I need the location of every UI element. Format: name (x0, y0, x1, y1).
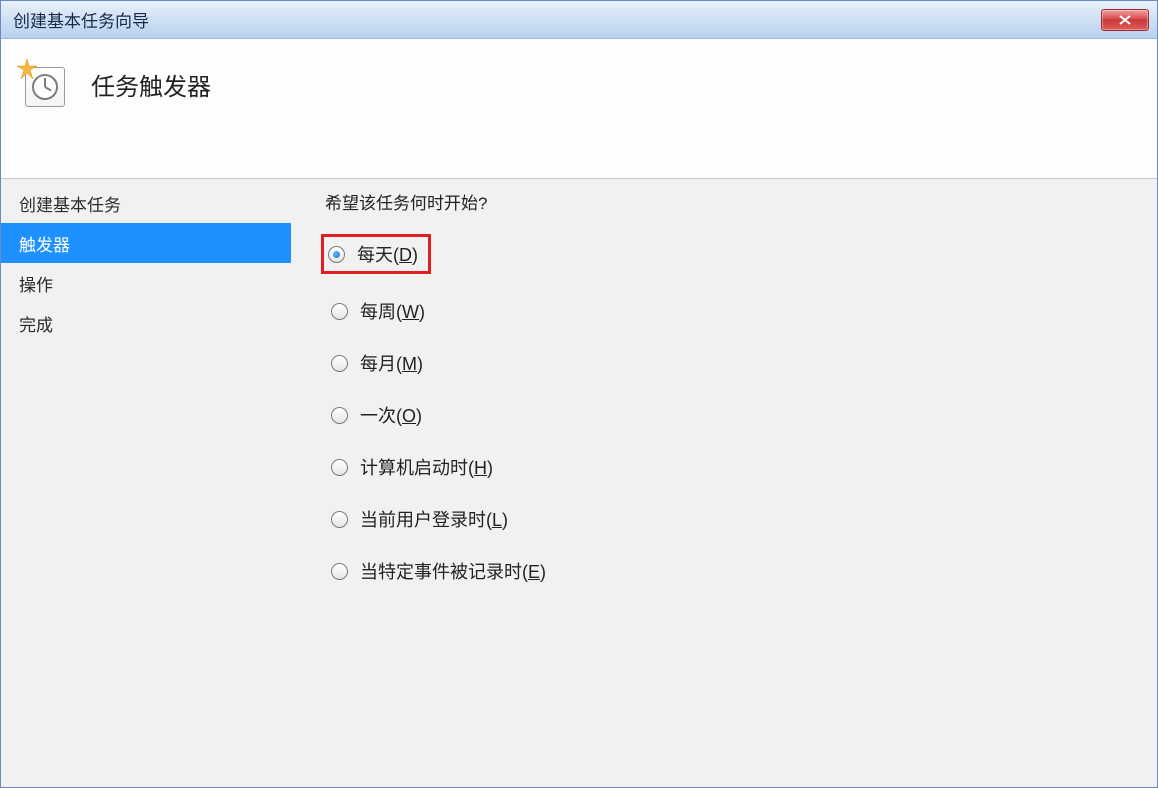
option-label: 当特定事件被记录时(E) (360, 558, 546, 584)
option-on-event[interactable]: 当特定事件被记录时(E) (325, 556, 552, 586)
trigger-question: 希望该任务何时开始? (319, 189, 1137, 214)
wizard-main: 希望该任务何时开始? 每天(D) 每周(W) 每月(M) 一次(O) (291, 179, 1157, 787)
radio-monthly[interactable] (331, 355, 348, 372)
option-label: 一次(O) (360, 402, 422, 428)
radio-once[interactable] (331, 407, 348, 424)
radio-daily[interactable] (328, 246, 345, 263)
radio-at-startup[interactable] (331, 459, 348, 476)
option-weekly[interactable]: 每周(W) (325, 296, 431, 326)
sidebar-item-create-basic-task[interactable]: 创建基本任务 (1, 183, 291, 223)
titlebar: 创建基本任务向导 (1, 1, 1157, 39)
sidebar-item-action[interactable]: 操作 (1, 263, 291, 303)
window-title: 创建基本任务向导 (13, 7, 149, 32)
option-label: 计算机启动时(H) (360, 454, 493, 480)
radio-at-logon[interactable] (331, 511, 348, 528)
sidebar-item-label: 触发器 (19, 231, 70, 256)
option-label: 每月(M) (360, 350, 423, 376)
sidebar-item-finish[interactable]: 完成 (1, 303, 291, 343)
option-label: 当前用户登录时(L) (360, 506, 508, 532)
option-once[interactable]: 一次(O) (325, 400, 428, 430)
option-at-startup[interactable]: 计算机启动时(H) (325, 452, 499, 482)
radio-on-event[interactable] (331, 563, 348, 580)
option-label: 每天(D) (357, 241, 418, 267)
option-at-logon[interactable]: 当前用户登录时(L) (325, 504, 514, 534)
sidebar-item-label: 创建基本任务 (19, 191, 121, 216)
header-icon (19, 61, 67, 109)
option-monthly[interactable]: 每月(M) (325, 348, 429, 378)
sidebar-item-label: 操作 (19, 271, 53, 296)
sidebar-item-trigger[interactable]: 触发器 (1, 223, 291, 263)
wizard-body: 创建基本任务 触发器 操作 完成 希望该任务何时开始? 每天(D) (1, 179, 1157, 787)
sidebar-item-label: 完成 (19, 311, 53, 336)
radio-weekly[interactable] (331, 303, 348, 320)
option-label: 每周(W) (360, 298, 425, 324)
page-title: 任务触发器 (91, 67, 211, 102)
close-button[interactable] (1101, 9, 1149, 31)
option-daily[interactable]: 每天(D) (321, 234, 431, 274)
wizard-window: 创建基本任务向导 任务触发器 创建基本任务 触发器 (0, 0, 1158, 788)
trigger-options: 每天(D) 每周(W) 每月(M) 一次(O) 计算机启动时(H) (319, 234, 1137, 586)
wizard-header: 任务触发器 (1, 39, 1157, 179)
wizard-sidebar: 创建基本任务 触发器 操作 完成 (1, 179, 291, 787)
close-icon (1118, 15, 1132, 25)
new-spark-icon (17, 59, 37, 79)
